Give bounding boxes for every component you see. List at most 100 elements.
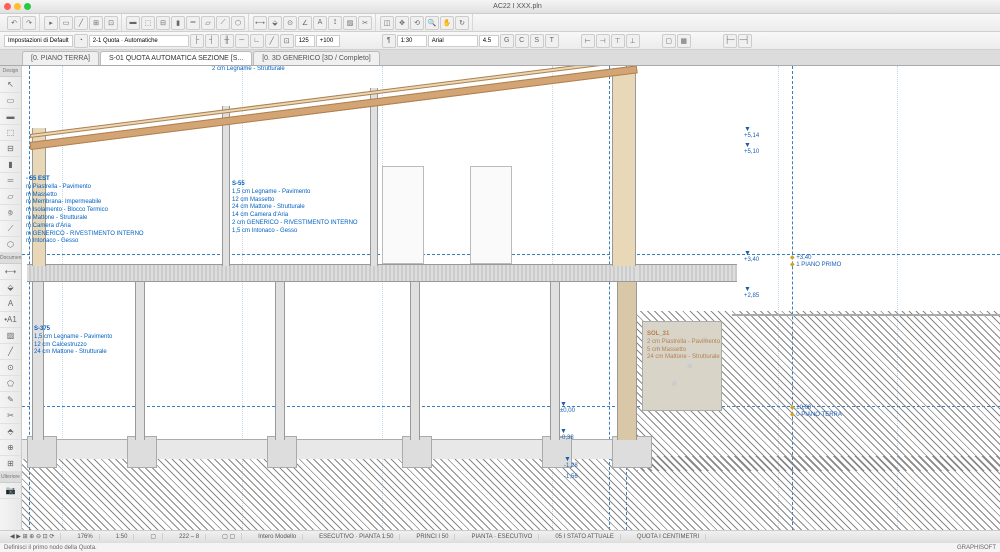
elevation-side-tool[interactable]: ⬘ bbox=[0, 424, 21, 440]
rotate-tool[interactable]: ↻ bbox=[455, 16, 469, 30]
section-tool[interactable]: ✂ bbox=[358, 16, 372, 30]
page-field[interactable]: 125 bbox=[295, 35, 315, 47]
arc-side-tool[interactable]: ⊙ bbox=[0, 360, 21, 376]
wall-tool[interactable]: ▬ bbox=[126, 16, 140, 30]
geom-mode-1[interactable]: ─ bbox=[235, 34, 249, 48]
orbit-tool[interactable]: ⟲ bbox=[410, 16, 424, 30]
tab-sezione[interactable]: S-01 QUOTA AUTOMATICA SEZIONE [S... bbox=[100, 51, 252, 65]
scale-field[interactable]: 1:30 bbox=[397, 35, 427, 47]
door-side-tool[interactable]: ⬚ bbox=[0, 125, 21, 141]
pen-set[interactable]: PIANTA · ESECUTIVO bbox=[465, 534, 539, 540]
layer-combo[interactable]: ESECUTIVO · PIANTA 1:50 bbox=[313, 534, 400, 540]
fillbg-1[interactable]: ▢ bbox=[662, 34, 676, 48]
worksheet-side-tool[interactable]: ⊞ bbox=[0, 456, 21, 472]
undo-button[interactable]: ↶ bbox=[7, 16, 21, 30]
witness-2[interactable]: ─┤ bbox=[738, 34, 752, 48]
drawing-canvas[interactable]: 2 cm Legname - Strutturale - 55 EST m Pi… bbox=[22, 66, 1000, 530]
beam-tool[interactable]: ═ bbox=[186, 16, 200, 30]
zoom-tool[interactable]: 🔍 bbox=[425, 16, 439, 30]
linestyle-3[interactable]: ⊤ bbox=[611, 34, 625, 48]
text-pos-icon[interactable]: ¶ bbox=[382, 34, 396, 48]
mesh-tool[interactable]: ⬡ bbox=[231, 16, 245, 30]
line-tool[interactable]: ╱ bbox=[74, 16, 88, 30]
label-tool[interactable]: ⟟ bbox=[328, 16, 342, 30]
tab-piano-terra[interactable]: [0. PIANO TERRA] bbox=[22, 51, 99, 65]
layer-icon[interactable]: ◔ bbox=[74, 34, 88, 48]
fill-tool[interactable]: ▨ bbox=[343, 16, 357, 30]
geom-mode-3[interactable]: ╱ bbox=[265, 34, 279, 48]
shell-side-tool[interactable]: ⬡ bbox=[0, 237, 21, 253]
poly-side-tool[interactable]: ⬠ bbox=[0, 376, 21, 392]
scale-2[interactable]: 222 – 8 bbox=[173, 534, 206, 540]
model-scope[interactable]: Intero Modello bbox=[252, 534, 303, 540]
pan-tool[interactable]: ✋ bbox=[440, 16, 454, 30]
window-side-tool[interactable]: ⊟ bbox=[0, 141, 21, 157]
fontsize-field[interactable]: 4.5 bbox=[479, 35, 499, 47]
draw-side-tool[interactable]: ✎ bbox=[0, 392, 21, 408]
line-side-tool[interactable]: ╱ bbox=[0, 344, 21, 360]
geom-mode-4[interactable]: ⊡ bbox=[280, 34, 294, 48]
underline-button[interactable]: S bbox=[530, 34, 544, 48]
bold-button[interactable]: G bbox=[500, 34, 514, 48]
detail-side-tool[interactable]: ⊕ bbox=[0, 440, 21, 456]
layer-dropdown[interactable]: 2-1 Quota · Automatiche bbox=[89, 35, 189, 47]
pointer-tool[interactable]: ▸ bbox=[44, 16, 58, 30]
stair-side-tool[interactable]: ⟄ bbox=[0, 205, 21, 221]
close-icon[interactable] bbox=[4, 3, 11, 10]
strike-button[interactable]: T bbox=[545, 34, 559, 48]
linestyle-1[interactable]: ⊢ bbox=[581, 34, 595, 48]
nav-buttons[interactable]: ◀ ▶ ⊞ ⊕ ⊖ ⊡ ⟳ bbox=[4, 533, 61, 540]
wall-side-tool[interactable]: ▬ bbox=[0, 109, 21, 125]
units-set[interactable]: QUOTA I CENTIMETRI bbox=[631, 534, 706, 540]
camera-side-tool[interactable]: 📷 bbox=[0, 483, 21, 499]
text-side-tool[interactable]: A bbox=[0, 296, 21, 312]
grid-tool[interactable]: ⊡ bbox=[104, 16, 118, 30]
dim-side-tool[interactable]: ⟷ bbox=[0, 264, 21, 280]
view-set[interactable]: PRINCI I 50 bbox=[410, 534, 455, 540]
linestyle-2[interactable]: ⊣ bbox=[596, 34, 610, 48]
window-controls[interactable] bbox=[4, 3, 31, 10]
construct-mode-2[interactable]: ┤ bbox=[205, 34, 219, 48]
construct-mode-3[interactable]: ╫ bbox=[220, 34, 234, 48]
slab-side-tool[interactable]: ▱ bbox=[0, 189, 21, 205]
column-tool[interactable]: ▮ bbox=[171, 16, 185, 30]
linestyle-4[interactable]: ⊥ bbox=[626, 34, 640, 48]
slab-tool[interactable]: ▱ bbox=[201, 16, 215, 30]
label-side-tool[interactable]: •A1 bbox=[0, 312, 21, 328]
redo-button[interactable]: ↷ bbox=[22, 16, 36, 30]
state-set[interactable]: 05 I STATO ATTUALE bbox=[549, 534, 621, 540]
minimize-icon[interactable] bbox=[14, 3, 21, 10]
italic-button[interactable]: C bbox=[515, 34, 529, 48]
beam-side-tool[interactable]: ═ bbox=[0, 173, 21, 189]
3d-tool[interactable]: ◫ bbox=[380, 16, 394, 30]
geom-mode-2[interactable]: ∟ bbox=[250, 34, 264, 48]
nav-tool[interactable]: ✥ bbox=[395, 16, 409, 30]
scale-1[interactable]: 1:50 bbox=[110, 534, 135, 540]
tab-3d[interactable]: [0. 3D GENERICO [3D / Completo] bbox=[253, 51, 380, 65]
fillbg-2[interactable]: ▦ bbox=[677, 34, 691, 48]
snap-tool[interactable]: ⊞ bbox=[89, 16, 103, 30]
level-tool[interactable]: ⬙ bbox=[268, 16, 282, 30]
door-tool[interactable]: ⬚ bbox=[141, 16, 155, 30]
text-tool[interactable]: A bbox=[313, 16, 327, 30]
pct-field[interactable]: +100 bbox=[316, 35, 340, 47]
roof-side-tool[interactable]: ⟋ bbox=[0, 221, 21, 237]
marquee-tool[interactable]: ▭ bbox=[59, 16, 73, 30]
font-dropdown[interactable]: Arial bbox=[428, 35, 478, 47]
column-side-tool[interactable]: ▮ bbox=[0, 157, 21, 173]
marquee-side-tool[interactable]: ▭ bbox=[0, 93, 21, 109]
dim-tool[interactable]: ⟷ bbox=[253, 16, 267, 30]
roof-tool[interactable]: ⟋ bbox=[216, 16, 230, 30]
construct-mode-1[interactable]: ├ bbox=[190, 34, 204, 48]
radius-tool[interactable]: ⊙ bbox=[283, 16, 297, 30]
witness-1[interactable]: ├─ bbox=[723, 34, 737, 48]
level-side-tool[interactable]: ⬙ bbox=[0, 280, 21, 296]
angle-tool[interactable]: ∠ bbox=[298, 16, 312, 30]
defaults-dropdown[interactable]: Impostazioni di Default bbox=[4, 35, 73, 47]
arrow-tool[interactable]: ↖ bbox=[0, 77, 21, 93]
window-tool[interactable]: ⊟ bbox=[156, 16, 170, 30]
maximize-icon[interactable] bbox=[24, 3, 31, 10]
fill-side-tool[interactable]: ▨ bbox=[0, 328, 21, 344]
zoom-value[interactable]: 176% bbox=[71, 534, 99, 540]
section-side-tool[interactable]: ✂ bbox=[0, 408, 21, 424]
